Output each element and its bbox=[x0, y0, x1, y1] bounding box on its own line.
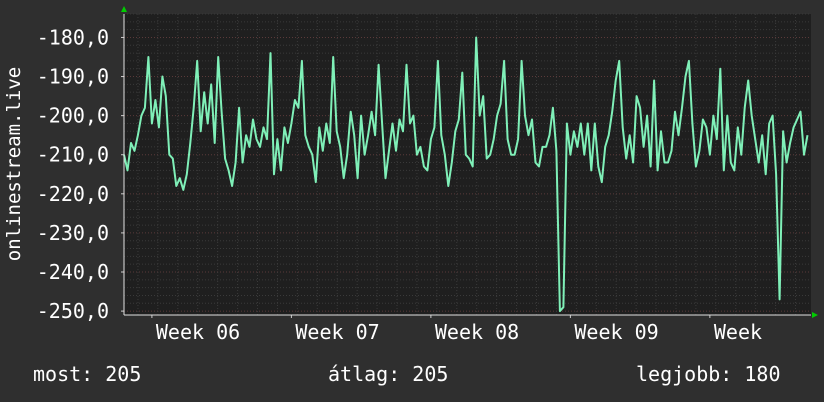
chart: -180,0 -190,0 -200,0 -210,0 -220,0 -230,0 -240… bbox=[3, 6, 818, 344]
stat-now-label: most: bbox=[33, 362, 94, 386]
y-tick-label: -240,0 bbox=[37, 260, 109, 284]
y-tick-label: -210,0 bbox=[37, 143, 109, 167]
y-tick-label: -190,0 bbox=[37, 65, 109, 89]
stats-bar: most: 205 átlag: 205 legjobb: 180 bbox=[0, 362, 824, 388]
y-tick-label: -220,0 bbox=[37, 182, 109, 206]
stat-now: most: 205 bbox=[33, 362, 141, 386]
x-axis-ticks: Week 06 Week 07 Week 08 Week 09 Week bbox=[151, 315, 762, 344]
y-tick-label: -200,0 bbox=[37, 104, 109, 128]
y-tick-label: -230,0 bbox=[37, 221, 109, 245]
stat-best-value: 180 bbox=[744, 362, 781, 386]
stat-average: átlag: 205 bbox=[328, 362, 448, 386]
stat-best: legjobb: 180 bbox=[636, 362, 781, 386]
y-tick-label: -250,0 bbox=[37, 299, 109, 323]
x-axis-arrow-icon bbox=[812, 312, 818, 318]
x-tick-label: Week 08 bbox=[435, 320, 519, 344]
stat-average-value: 205 bbox=[412, 362, 449, 386]
stat-best-label: legjobb: bbox=[636, 362, 733, 386]
y-axis-arrow-icon bbox=[121, 6, 127, 12]
y-axis-label: onlinestream.live bbox=[3, 67, 25, 261]
x-tick-label: Week bbox=[714, 320, 762, 344]
x-tick-label: Week 07 bbox=[295, 320, 379, 344]
stat-average-label: átlag: bbox=[328, 362, 401, 386]
stat-now-value: 205 bbox=[105, 362, 142, 386]
x-tick-label: Week 09 bbox=[574, 320, 658, 344]
x-tick-label: Week 06 bbox=[156, 320, 240, 344]
y-tick-label: -180,0 bbox=[37, 25, 109, 49]
y-axis-ticks: -180,0 -190,0 -200,0 -210,0 -220,0 -230,0 -240… bbox=[37, 25, 124, 323]
